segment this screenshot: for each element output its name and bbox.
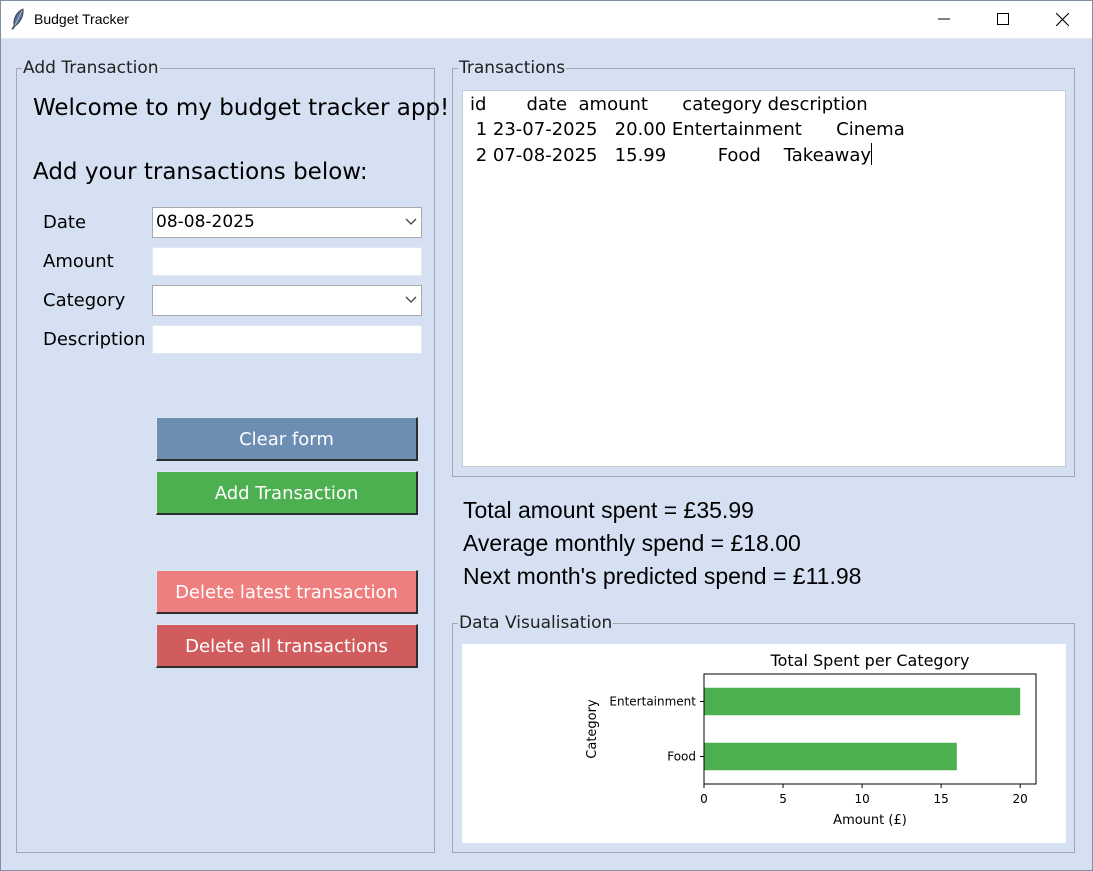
x-tick-label: 20	[1013, 792, 1028, 806]
x-axis-label: Amount (£)	[833, 813, 907, 828]
chart-title: Total Spent per Category	[770, 651, 970, 670]
bar-chart: Entertainment Food 0 5 10 15 20 Total Spent per…	[585, 651, 1037, 828]
minimize-button[interactable]	[915, 0, 973, 38]
delete-all-button[interactable]: Delete all transactions	[156, 624, 418, 668]
transactions-textbox[interactable]: id date amount category description 1 23…	[462, 90, 1066, 467]
close-button[interactable]	[1033, 0, 1091, 38]
transactions-header: id date amount category description	[470, 94, 868, 115]
chart-bar	[704, 687, 1021, 716]
x-tick-label: 0	[700, 792, 708, 806]
chevron-down-icon[interactable]	[405, 218, 417, 226]
add-transaction-button[interactable]: Add Transaction	[156, 471, 418, 515]
y-axis-label: Category	[585, 699, 600, 759]
welcome-text: Welcome to my budget tracker app!	[33, 95, 450, 121]
predicted-spend-text: Next month's predicted spend = £11.98	[463, 563, 862, 589]
date-label: Date	[43, 212, 87, 233]
description-field[interactable]	[152, 325, 422, 354]
y-tick-label: Food	[667, 750, 696, 764]
date-value: 08-08-2025	[156, 212, 255, 232]
category-label: Category	[43, 290, 126, 311]
data-visualisation-legend: Data Visualisation	[459, 613, 613, 633]
amount-label: Amount	[43, 251, 114, 272]
x-tick-label: 5	[779, 792, 787, 806]
text-cursor	[871, 143, 873, 165]
amount-field[interactable]	[152, 247, 422, 276]
title-bar: Budget Tracker	[0, 0, 1093, 39]
transactions-legend: Transactions	[459, 58, 566, 78]
x-tick-label: 15	[934, 792, 949, 806]
transaction-row: 1 23-07-2025 20.00 Entertainment Cinema	[470, 119, 905, 140]
average-spend-text: Average monthly spend = £18.00	[463, 530, 801, 556]
chevron-down-icon[interactable]	[405, 296, 417, 304]
transaction-row: 2 07-08-2025 15.99 Food Takeaway	[470, 143, 873, 166]
x-tick-label: 10	[854, 792, 869, 806]
minimize-icon	[938, 18, 950, 20]
window-title: Budget Tracker	[34, 11, 129, 27]
add-transaction-legend: Add Transaction	[23, 58, 159, 78]
instruction-text: Add your transactions below:	[33, 159, 368, 185]
category-combobox[interactable]	[152, 285, 422, 316]
feather-icon	[11, 8, 24, 30]
maximize-icon	[997, 13, 1009, 25]
chart-bar	[704, 742, 957, 771]
date-combobox[interactable]: 08-08-2025	[152, 207, 422, 238]
close-icon	[1055, 12, 1069, 26]
delete-latest-button[interactable]: Delete latest transaction	[156, 570, 418, 614]
description-label: Description	[43, 329, 146, 350]
chart-canvas: Entertainment Food 0 5 10 15 20 Total Spent per…	[462, 644, 1066, 843]
y-tick-label: Entertainment	[609, 695, 696, 709]
clear-form-button[interactable]: Clear form	[156, 417, 418, 461]
total-spent-text: Total amount spent = £35.99	[463, 497, 754, 523]
maximize-button[interactable]	[974, 0, 1032, 38]
